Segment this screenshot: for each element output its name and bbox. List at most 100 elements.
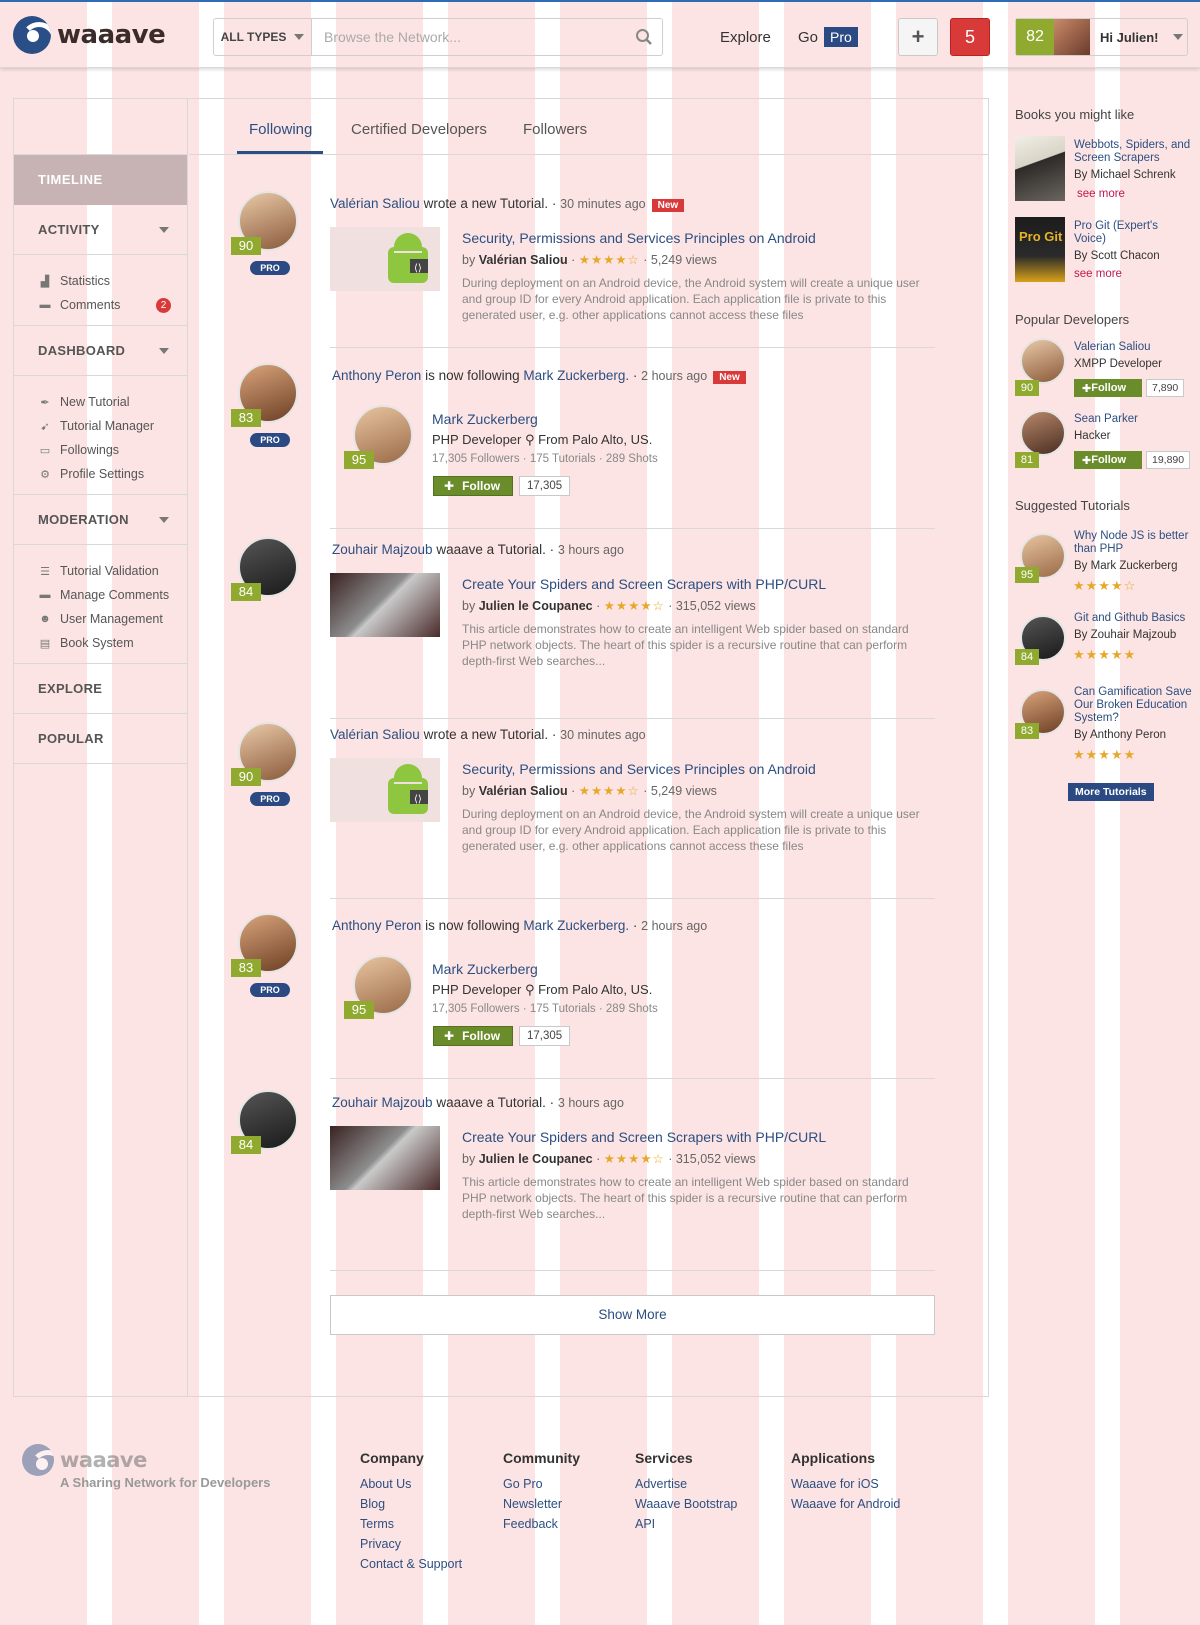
footer-link[interactable]: About Us <box>360 1474 462 1494</box>
target-user-link[interactable]: Mark Zuckerberg. <box>523 368 629 383</box>
sidebar-section-activity[interactable]: ACTIVITY <box>14 205 187 255</box>
footer-link[interactable]: Go Pro <box>503 1474 580 1494</box>
book-cover-image[interactable] <box>1015 136 1065 201</box>
tutorial-title-link[interactable]: Why Node JS is better than PHP <box>1074 530 1192 556</box>
footer-column-company: Company About Us Blog Terms Privacy Contact &… <box>360 1450 462 1574</box>
developer-name-link[interactable]: Mark Zuckerberg <box>432 961 538 977</box>
sidebar-item-statistics[interactable]: ▟ Statistics <box>14 269 187 293</box>
footer-column-services: Services Advertise Waaave Bootstrap API <box>635 1450 737 1534</box>
user-link[interactable]: Valérian Saliou <box>330 727 420 742</box>
developer-name-link[interactable]: Valerian Saliou <box>1074 341 1151 354</box>
see-more-link[interactable]: see more <box>1074 268 1122 280</box>
user-link[interactable]: Zouhair Majzoub <box>332 542 433 557</box>
follow-button[interactable]: ✚ Follow <box>433 476 513 496</box>
tutorial-title-link[interactable]: Security, Permissions and Services Princ… <box>462 761 816 777</box>
footer-link[interactable]: Contact & Support <box>360 1554 462 1574</box>
footer-link[interactable]: Terms <box>360 1514 462 1534</box>
svg-text:⟨⟩: ⟨⟩ <box>414 794 422 805</box>
list-plus-icon: ☰ <box>40 565 50 578</box>
book-title[interactable]: Webbots, Spiders, and Screen Scrapers <box>1074 139 1194 165</box>
logo[interactable]: waaave <box>13 16 166 54</box>
tutorials-count: 175 Tutorials <box>529 453 596 465</box>
author-link[interactable]: Valérian Saliou <box>479 253 568 267</box>
chevron-down-icon <box>159 517 169 523</box>
sidebar-section-dashboard[interactable]: DASHBOARD <box>14 326 187 376</box>
user-link[interactable]: Anthony Peron <box>332 918 421 933</box>
sidebar-item-followings[interactable]: ▭ Followings <box>14 438 187 462</box>
tutorial-title-link[interactable]: Git and Github Basics <box>1074 612 1192 625</box>
plus-icon: ✚ <box>1082 382 1092 395</box>
follow-label: Follow <box>462 1029 501 1043</box>
feed-divider <box>330 1270 935 1271</box>
developer-name-link[interactable]: Mark Zuckerberg <box>432 411 538 427</box>
top-bar: waaave ALL TYPES Explore Go Pro + 5 82 Hi… <box>0 0 1200 68</box>
footer-link[interactable]: Waaave for iOS <box>791 1474 900 1494</box>
show-more-button[interactable]: Show More <box>330 1295 935 1335</box>
sidebar-item-popular[interactable]: POPULAR <box>14 714 187 764</box>
action-text: is now following <box>425 368 520 383</box>
user-menu[interactable]: 82 Hi Julien! <box>1015 18 1188 56</box>
footer-link[interactable]: Advertise <box>635 1474 737 1494</box>
tutorial-title-link[interactable]: Security, Permissions and Services Princ… <box>462 230 816 246</box>
type-filter-dropdown[interactable]: ALL TYPES <box>214 19 312 55</box>
tutorial-thumbnail[interactable] <box>330 1126 440 1190</box>
tutorial-thumbnail[interactable]: ⟨⟩ <box>330 227 440 291</box>
target-user-link[interactable]: Mark Zuckerberg. <box>523 918 629 933</box>
author-link[interactable]: Julien le Coupanec <box>479 1152 593 1166</box>
sidebar-item-manage-comments[interactable]: ▬ Manage Comments <box>14 583 187 607</box>
nav-go-pro[interactable]: Go Pro <box>798 27 858 47</box>
tab-followers[interactable]: Followers <box>523 121 587 138</box>
add-button[interactable]: + <box>898 18 938 56</box>
sidebar-item-book-system[interactable]: ▤ Book System <box>14 631 187 655</box>
footer-logo[interactable]: waaave <box>22 1444 147 1476</box>
nav-explore[interactable]: Explore <box>720 29 771 46</box>
notifications-button[interactable]: 5 <box>950 18 990 56</box>
developer-name-link[interactable]: Sean Parker <box>1074 413 1138 426</box>
tutorial-author: By Zouhair Majzoub <box>1074 629 1177 641</box>
search-input[interactable] <box>312 29 626 45</box>
follow-button[interactable]: ✚ Follow <box>1074 451 1142 469</box>
follow-button[interactable]: ✚ Follow <box>1074 379 1142 397</box>
user-link[interactable]: Valérian Saliou <box>330 196 420 211</box>
author-link[interactable]: Valérian Saliou <box>479 784 568 798</box>
footer-tagline: A Sharing Network for Developers <box>60 1475 271 1490</box>
sidebar-item-new-tutorial[interactable]: ✒ New Tutorial <box>14 390 187 414</box>
user-link[interactable]: Anthony Peron <box>332 368 421 383</box>
tab-following[interactable]: Following <box>249 121 312 138</box>
tab-certified-developers[interactable]: Certified Developers <box>351 121 487 138</box>
footer-link[interactable]: Feedback <box>503 1514 580 1534</box>
sidebar-item-comments[interactable]: ▬ Comments 2 <box>14 293 187 317</box>
sidebar-section-moderation[interactable]: MODERATION <box>14 495 187 545</box>
sidebar-item-tutorial-manager[interactable]: ➹ Tutorial Manager <box>14 414 187 438</box>
sidebar-item-explore[interactable]: EXPLORE <box>14 664 187 714</box>
sidebar-item-tutorial-validation[interactable]: ☰ Tutorial Validation <box>14 559 187 583</box>
avatar[interactable] <box>1020 338 1066 384</box>
tutorial-thumbnail[interactable] <box>330 573 440 637</box>
footer-link[interactable]: Waaave Bootstrap <box>635 1494 737 1514</box>
footer-link[interactable]: API <box>635 1514 737 1534</box>
follow-button[interactable]: ✚ Follow <box>433 1026 513 1046</box>
book-cover-image[interactable]: Pro Git <box>1015 217 1065 282</box>
search-icon[interactable] <box>626 28 662 46</box>
footer-link[interactable]: Waaave for Android <box>791 1494 900 1514</box>
tutorial-title-link[interactable]: Create Your Spiders and Screen Scrapers … <box>462 576 826 592</box>
book-title[interactable]: Pro Git (Expert's Voice) <box>1074 220 1184 246</box>
tutorial-title-link[interactable]: Can Gamification Save Our Broken Educati… <box>1074 686 1192 725</box>
activity-headline: Valérian Saliou wrote a new Tutorial. · … <box>330 727 646 742</box>
author-link[interactable]: Julien le Coupanec <box>479 599 593 613</box>
sidebar-item-profile-settings[interactable]: ⚙ Profile Settings <box>14 462 187 486</box>
more-tutorials-button[interactable]: More Tutorials <box>1068 783 1154 801</box>
footer-column-title: Applications <box>791 1450 876 1466</box>
role-text: PHP Developer <box>432 432 522 447</box>
user-link[interactable]: Zouhair Majzoub <box>332 1095 433 1110</box>
see-more-link[interactable]: see more <box>1077 188 1125 200</box>
avatar[interactable] <box>1020 410 1066 456</box>
footer-link[interactable]: Privacy <box>360 1534 462 1554</box>
footer-link[interactable]: Newsletter <box>503 1494 580 1514</box>
sidebar-item-timeline[interactable]: TIMELINE <box>14 155 187 205</box>
sidebar-item-user-management[interactable]: ☻ User Management <box>14 607 187 631</box>
tutorial-thumbnail[interactable]: ⟨⟩ <box>330 758 440 822</box>
footer-column-title: Company <box>360 1450 424 1466</box>
footer-link[interactable]: Blog <box>360 1494 462 1514</box>
tutorial-title-link[interactable]: Create Your Spiders and Screen Scrapers … <box>462 1129 826 1145</box>
